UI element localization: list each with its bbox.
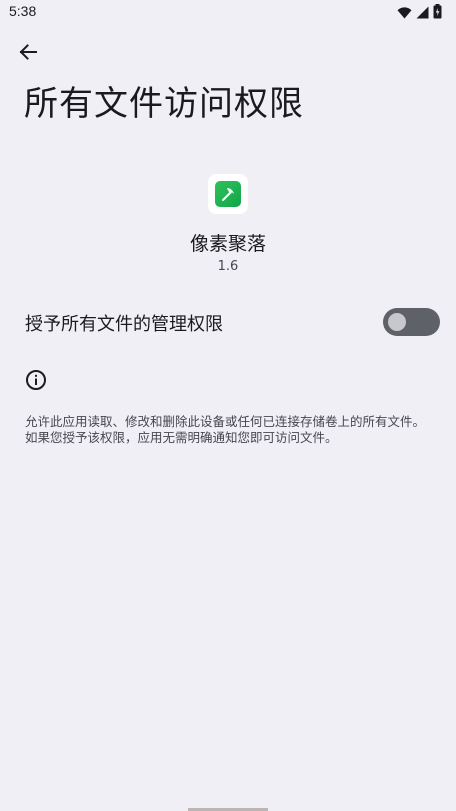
- permission-row[interactable]: 授予所有文件的管理权限: [0, 298, 456, 346]
- toggle-thumb: [388, 313, 406, 331]
- battery-icon: [433, 4, 442, 23]
- status-time: 5:38: [9, 3, 37, 19]
- status-bar: 5:38: [0, 0, 456, 24]
- cell-signal-icon: [416, 4, 429, 23]
- info-icon: [25, 369, 47, 391]
- permission-toggle[interactable]: [383, 308, 440, 336]
- permission-description: 允许此应用读取、修改和删除此设备或任何已连接存储卷上的所有文件。如果您授予该权限…: [25, 414, 426, 445]
- wifi-icon: [397, 4, 412, 23]
- back-button[interactable]: [12, 38, 44, 70]
- status-icons: [397, 4, 442, 23]
- pickaxe-app-icon: [215, 181, 241, 207]
- app-version: 1.6: [217, 259, 239, 274]
- app-name: 像素聚落: [189, 233, 266, 255]
- permission-label: 授予所有文件的管理权限: [25, 314, 223, 335]
- app-icon: [208, 174, 248, 214]
- page-title: 所有文件访问权限: [24, 84, 304, 124]
- arrow-left-icon: [18, 42, 38, 66]
